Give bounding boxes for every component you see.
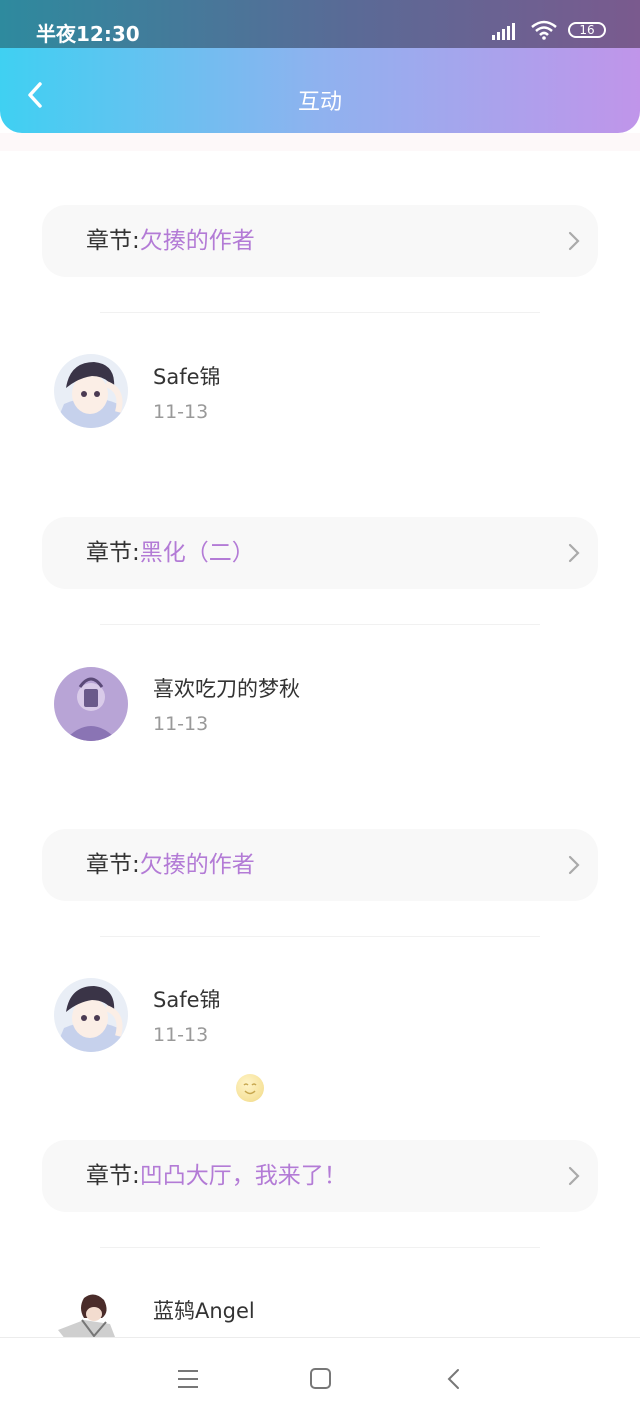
chevron-right-icon xyxy=(568,231,580,251)
chapter-title: 欠揍的作者 xyxy=(139,852,255,878)
battery-indicator: 16 xyxy=(568,22,606,38)
status-time: 半夜12:30 xyxy=(36,22,140,46)
avatar[interactable] xyxy=(54,354,128,428)
menu-icon[interactable] xyxy=(176,1368,200,1390)
chapter-title: 黑化（二） xyxy=(139,540,255,566)
smile-emoji-icon xyxy=(236,1074,264,1102)
post-date: 11-13 xyxy=(153,401,209,423)
post-date: 11-13 xyxy=(153,713,209,735)
wifi-icon xyxy=(531,20,557,40)
home-icon[interactable] xyxy=(309,1368,333,1390)
chevron-right-icon xyxy=(568,543,580,563)
divider xyxy=(100,624,540,625)
user-name[interactable]: Safe锦 xyxy=(153,361,221,391)
header-shadow-strip xyxy=(0,133,640,151)
divider xyxy=(100,1247,540,1248)
chapter-prefix: 章节: xyxy=(86,852,140,878)
user-name[interactable]: 喜欢吃刀的梦秋 xyxy=(153,673,300,703)
divider xyxy=(100,312,540,313)
chapter-link[interactable]: 章节:黑化（二） xyxy=(42,517,598,589)
chevron-right-icon xyxy=(568,1166,580,1186)
chapter-prefix: 章节: xyxy=(86,1163,140,1189)
user-name[interactable]: 蓝鸫Angel xyxy=(153,1295,255,1325)
status-icons: 16 xyxy=(476,20,606,40)
page-title: 互动 xyxy=(297,90,342,115)
chapter-prefix: 章节: xyxy=(86,540,140,566)
chapter-title: 凹凸大厅，我来了！ xyxy=(139,1163,347,1189)
chapter-label: 章节:凹凸大厅，我来了！ xyxy=(86,1140,347,1212)
post-date: 11-13 xyxy=(153,1024,209,1046)
divider xyxy=(100,936,540,937)
system-nav-bar xyxy=(0,1337,640,1423)
avatar[interactable] xyxy=(54,978,128,1052)
chapter-label: 章节:黑化（二） xyxy=(86,517,255,589)
status-bar: 半夜12:30 16 xyxy=(0,0,640,48)
chapter-label: 章节:欠揍的作者 xyxy=(86,829,255,901)
user-name[interactable]: Safe锦 xyxy=(153,984,221,1014)
chapter-label: 章节:欠揍的作者 xyxy=(86,205,255,277)
chapter-link[interactable]: 章节:凹凸大厅，我来了！ xyxy=(42,1140,598,1212)
signal-icon xyxy=(492,23,515,40)
chapter-title: 欠揍的作者 xyxy=(139,228,255,254)
chevron-right-icon xyxy=(568,855,580,875)
avatar[interactable] xyxy=(54,667,128,741)
chapter-link[interactable]: 章节:欠揍的作者 xyxy=(42,205,598,277)
chapter-prefix: 章节: xyxy=(86,228,140,254)
back-icon[interactable] xyxy=(446,1368,462,1390)
chapter-link[interactable]: 章节:欠揍的作者 xyxy=(42,829,598,901)
